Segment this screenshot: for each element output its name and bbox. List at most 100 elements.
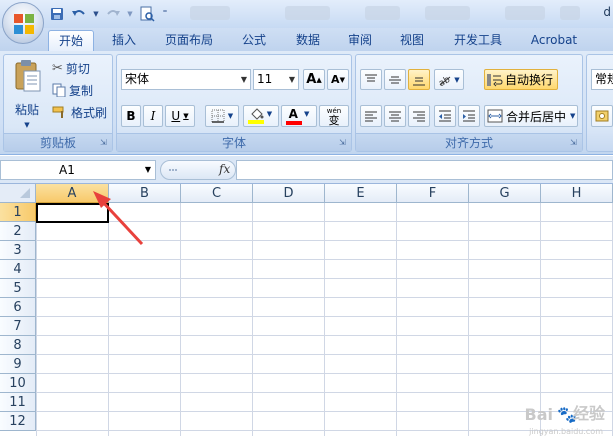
row-header-1[interactable]: 1 [0, 203, 36, 222]
select-all-corner[interactable] [0, 184, 36, 203]
align-right-button[interactable] [408, 105, 430, 127]
name-box[interactable]: A1 ▼ [0, 160, 156, 180]
office-button[interactable] [2, 2, 44, 44]
tab-home[interactable]: 开始 [48, 30, 94, 51]
borders-icon [211, 109, 225, 123]
watermark-logo: Bai [524, 405, 553, 424]
chevron-down-icon[interactable]: ▼ [145, 161, 151, 179]
chevron-down-icon[interactable]: ▼ [304, 110, 309, 118]
formula-input[interactable] [236, 160, 613, 180]
chevron-down-icon[interactable]: ▼ [454, 76, 459, 84]
tab-view[interactable]: 视图 [392, 30, 432, 51]
print-preview-icon[interactable] [138, 5, 156, 23]
bold-button[interactable]: B [121, 105, 141, 127]
row-header-11[interactable]: 11 [0, 393, 36, 412]
row-header-12[interactable]: 12 [0, 412, 36, 431]
column-header-f[interactable]: F [397, 184, 469, 203]
row-header-5[interactable]: 5 [0, 279, 36, 298]
paint-bucket-icon [251, 108, 264, 120]
font-name-combo[interactable]: 宋体 ▼ [121, 69, 251, 90]
redo-icon[interactable] [104, 5, 122, 23]
chevron-down-icon[interactable]: ▼ [289, 70, 295, 89]
accounting-format-button[interactable] [591, 105, 613, 127]
worksheet-grid[interactable]: A B C D E F G H 1 2 3 4 5 6 7 8 9 10 11 … [0, 184, 613, 436]
redo-dropdown-icon[interactable]: ▼ [126, 5, 134, 23]
shrink-font-button[interactable]: A ▼ [327, 69, 349, 90]
tab-page-layout[interactable]: 页面布局 [158, 30, 220, 51]
alignment-group-label: 对齐方式 [356, 133, 582, 151]
align-middle-button[interactable] [384, 69, 406, 90]
wrap-text-button[interactable]: 自动换行 [484, 69, 558, 90]
paste-button[interactable]: 粘贴 ▼ [8, 59, 46, 129]
tab-formulas[interactable]: 公式 [234, 30, 274, 51]
grow-font-button[interactable]: A ▲ [303, 69, 325, 90]
cut-button[interactable]: ✂ 剪切 [52, 59, 90, 77]
copy-button[interactable]: 复制 [52, 81, 93, 99]
merge-center-label: 合并后居中 [506, 109, 567, 124]
orientation-button[interactable]: ab ▼ [434, 69, 464, 90]
align-middle-icon [389, 76, 401, 83]
align-bottom-button[interactable] [408, 69, 430, 90]
align-left-button[interactable] [360, 105, 382, 127]
row-header-4[interactable]: 4 [0, 260, 36, 279]
row-header-9[interactable]: 9 [0, 355, 36, 374]
collapse-handle-icon[interactable] [167, 161, 179, 179]
scissors-icon: ✂ [52, 60, 63, 76]
tab-data[interactable]: 数据 [288, 30, 328, 51]
decrease-indent-icon [439, 110, 451, 122]
format-painter-button[interactable]: 格式刷 [52, 103, 107, 121]
format-painter-label: 格式刷 [71, 105, 108, 120]
customize-qat-icon[interactable]: ⁼ [160, 5, 170, 23]
watermark-logo-suffix: 经验 [572, 404, 605, 423]
column-header-g[interactable]: G [469, 184, 541, 203]
merge-center-icon [487, 109, 503, 123]
font-size-value: 11 [257, 72, 273, 86]
row-header-7[interactable]: 7 [0, 317, 36, 336]
chevron-down-icon[interactable]: ▼ [228, 112, 233, 120]
row-header-3[interactable]: 3 [0, 241, 36, 260]
number-format-combo[interactable]: 常规 [591, 69, 613, 90]
blurred-title-segment [190, 6, 230, 20]
fill-color-button[interactable]: ▼ [243, 105, 279, 127]
chevron-down-icon[interactable]: ▼ [241, 70, 247, 89]
row-header-2[interactable]: 2 [0, 222, 36, 241]
paste-icon [15, 60, 41, 92]
column-header-h[interactable]: H [541, 184, 613, 203]
undo-icon[interactable] [70, 5, 88, 23]
column-header-c[interactable]: C [181, 184, 253, 203]
row-header-10[interactable]: 10 [0, 374, 36, 393]
row-header-8[interactable]: 8 [0, 336, 36, 355]
borders-button[interactable]: ▼ [205, 105, 239, 127]
font-size-combo[interactable]: 11 ▼ [253, 69, 299, 90]
tab-acrobat[interactable]: Acrobat [524, 30, 584, 51]
merge-center-button[interactable]: 合并后居中 ▼ [484, 105, 578, 127]
chevron-down-icon[interactable]: ▼ [267, 110, 272, 118]
decrease-indent-button[interactable] [434, 105, 456, 127]
tab-insert[interactable]: 插入 [104, 30, 144, 51]
font-color-button[interactable]: A ▼ [281, 105, 317, 127]
alignment-group: ab ▼ 自动换行 合并后居中 ▼ 对齐方式 ⇲ [355, 54, 583, 152]
tab-review[interactable]: 审阅 [340, 30, 380, 51]
column-header-e[interactable]: E [325, 184, 397, 203]
insert-function-button[interactable]: fx [219, 162, 230, 176]
office-logo-icon [14, 14, 34, 34]
column-header-d[interactable]: D [253, 184, 325, 203]
chevron-down-icon[interactable]: ▼ [183, 112, 188, 120]
underline-button[interactable]: U ▼ [165, 105, 195, 127]
italic-button[interactable]: I [143, 105, 163, 127]
number-group: 常规 [586, 54, 613, 152]
align-center-button[interactable] [384, 105, 406, 127]
phonetic-button[interactable]: wén 变 [319, 105, 349, 127]
font-dialog-launcher-icon[interactable]: ⇲ [339, 138, 348, 147]
shrink-font-icon: A [331, 73, 340, 86]
clipboard-dialog-launcher-icon[interactable]: ⇲ [100, 138, 109, 147]
save-icon[interactable] [48, 5, 66, 23]
align-top-button[interactable] [360, 69, 382, 90]
row-header-6[interactable]: 6 [0, 298, 36, 317]
increase-indent-button[interactable] [458, 105, 480, 127]
font-group-label: 字体 [117, 133, 351, 151]
tab-developer[interactable]: 开发工具 [446, 30, 510, 51]
chevron-down-icon[interactable]: ▼ [570, 112, 575, 120]
undo-dropdown-icon[interactable]: ▼ [92, 5, 100, 23]
alignment-dialog-launcher-icon[interactable]: ⇲ [570, 138, 579, 147]
